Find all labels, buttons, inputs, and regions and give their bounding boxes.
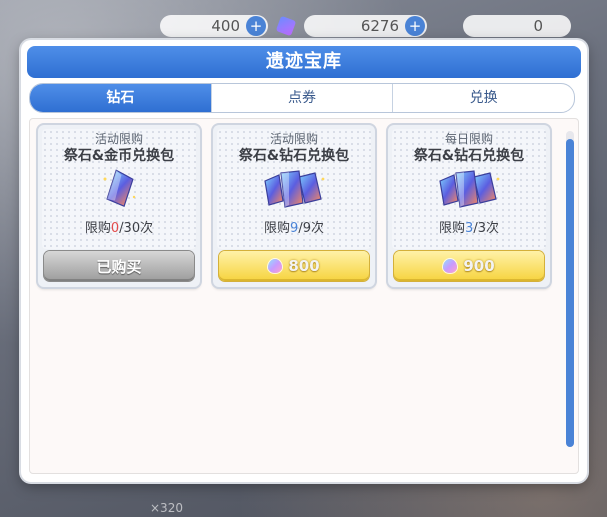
limit-total: /30次 [119,221,154,236]
card-name: 祭石&钻石兑换包 [413,148,525,164]
limit-total: /9次 [298,221,324,236]
currency-stamina-value: 400 [211,17,240,35]
currency-gems: 6276 + [304,15,427,37]
card-name: 祭石&钻石兑换包 [238,148,350,164]
card-panel: 活动限购 祭石&钻石兑换包 限购9/9次 [217,129,371,249]
tab-exchange[interactable]: 兑换 [392,84,574,112]
background-item-count: ×320 [150,501,183,515]
purchase-limit: 限购0/30次 [42,217,196,236]
tab-diamond[interactable]: 钻石 [30,84,211,112]
currency-tickets-value: 0 [533,17,543,35]
add-stamina-button[interactable]: + [246,16,266,36]
limit-used: 0 [110,221,120,236]
buy-button[interactable]: 800 [219,251,369,281]
add-gems-button[interactable]: + [405,16,425,36]
card-panel: 活动限购 祭石&金币兑换包 限购0/30次 [42,129,196,249]
relic-vault-dialog: 遗迹宝库 钻石 点券 兑换 活动限购 祭石&金币兑换包 限购0/30次 已购买 … [21,40,587,482]
purchased-label: 已购买 [96,257,142,276]
limit-total: /3次 [473,221,499,236]
limit-prefix: 限购 [264,221,291,236]
gem-icon [268,259,283,273]
currency-stamina: 400 + [160,15,268,37]
scrollbar[interactable] [566,131,574,447]
card-name: 祭石&金币兑换包 [63,148,175,164]
gem-currency-icon [275,15,297,37]
crystal-triple-icon [392,167,546,211]
currency-tickets: 0 [463,15,571,37]
price-label: 900 [463,257,495,275]
dialog-title: 遗迹宝库 [27,46,581,78]
limit-prefix: 限购 [439,221,466,236]
buy-button[interactable]: 900 [394,251,544,281]
currency-bar: 400 + 6276 + 0 [160,12,607,40]
purchased-button[interactable]: 已购买 [44,251,194,281]
card-panel: 每日限购 祭石&钻石兑换包 限购3/3次 [392,129,546,249]
currency-gems-value: 6276 [360,17,399,35]
purchase-limit: 限购3/3次 [392,217,546,236]
limit-prefix: 限购 [84,221,111,236]
crystal-single-icon [42,167,196,211]
shop-card: 活动限购 祭石&钻石兑换包 限购9/9次 800 [213,125,375,287]
shop-content: 活动限购 祭石&金币兑换包 限购0/30次 已购买 活动限购 祭石&钻石兑换包 … [29,118,579,474]
tab-bar: 钻石 点券 兑换 [29,83,575,113]
gem-icon [443,259,458,273]
purchase-limit: 限购9/9次 [217,217,371,236]
scrollbar-thumb[interactable] [566,139,574,447]
shop-card: 每日限购 祭石&钻石兑换包 限购3/3次 900 [388,125,550,287]
crystal-triple-icon [217,167,371,211]
tab-coupon[interactable]: 点券 [210,84,393,112]
price-label: 800 [288,257,320,275]
shop-card: 活动限购 祭石&金币兑换包 限购0/30次 已购买 [38,125,200,287]
